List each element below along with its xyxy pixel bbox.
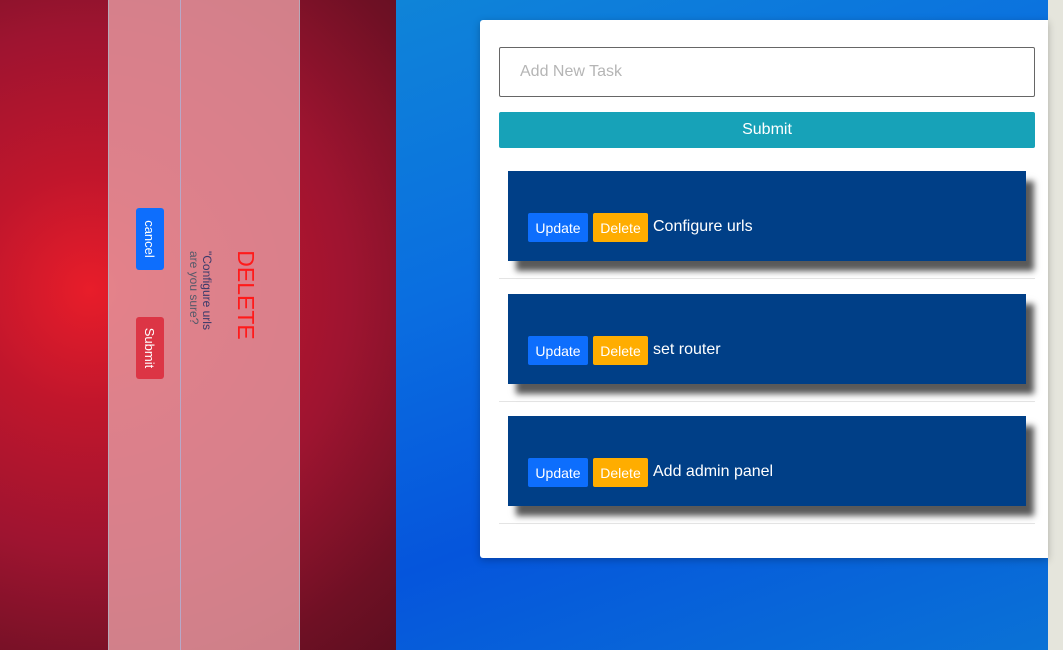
task-row: Update Delete Configure urls [499,171,1035,279]
modal-submit-button[interactable]: Submit [136,317,164,379]
task-text: Configure urls [653,218,753,235]
task-item: Update Delete Configure urls [508,171,1026,261]
modal-message: "Configure urls are you sure? [185,251,214,351]
page-edge [1048,0,1063,650]
todo-card: Submit Update Delete Configure urls Upda… [480,20,1048,558]
delete-button[interactable]: Delete [593,458,648,487]
task-item: Update Delete Add admin panel [508,416,1026,506]
modal-title: DELETE [233,250,259,340]
new-task-input[interactable] [499,47,1035,97]
task-row: Update Delete set router [499,294,1035,402]
update-button[interactable]: Update [528,458,588,487]
task-text: set router [653,341,721,358]
task-text: Add admin panel [653,463,774,480]
task-row: Update Delete Add admin panel [499,416,1035,524]
update-button[interactable]: Update [528,336,588,365]
modal-cancel-button[interactable]: cancel [136,208,164,270]
modal-message-task: "Configure urls [200,251,214,330]
submit-button[interactable]: Submit [499,112,1035,148]
delete-button[interactable]: Delete [593,336,648,365]
modal-message-question: are you sure? [187,251,201,325]
task-item: Update Delete set router [508,294,1026,384]
delete-button[interactable]: Delete [593,213,648,242]
update-button[interactable]: Update [528,213,588,242]
modal-divider [180,0,181,650]
